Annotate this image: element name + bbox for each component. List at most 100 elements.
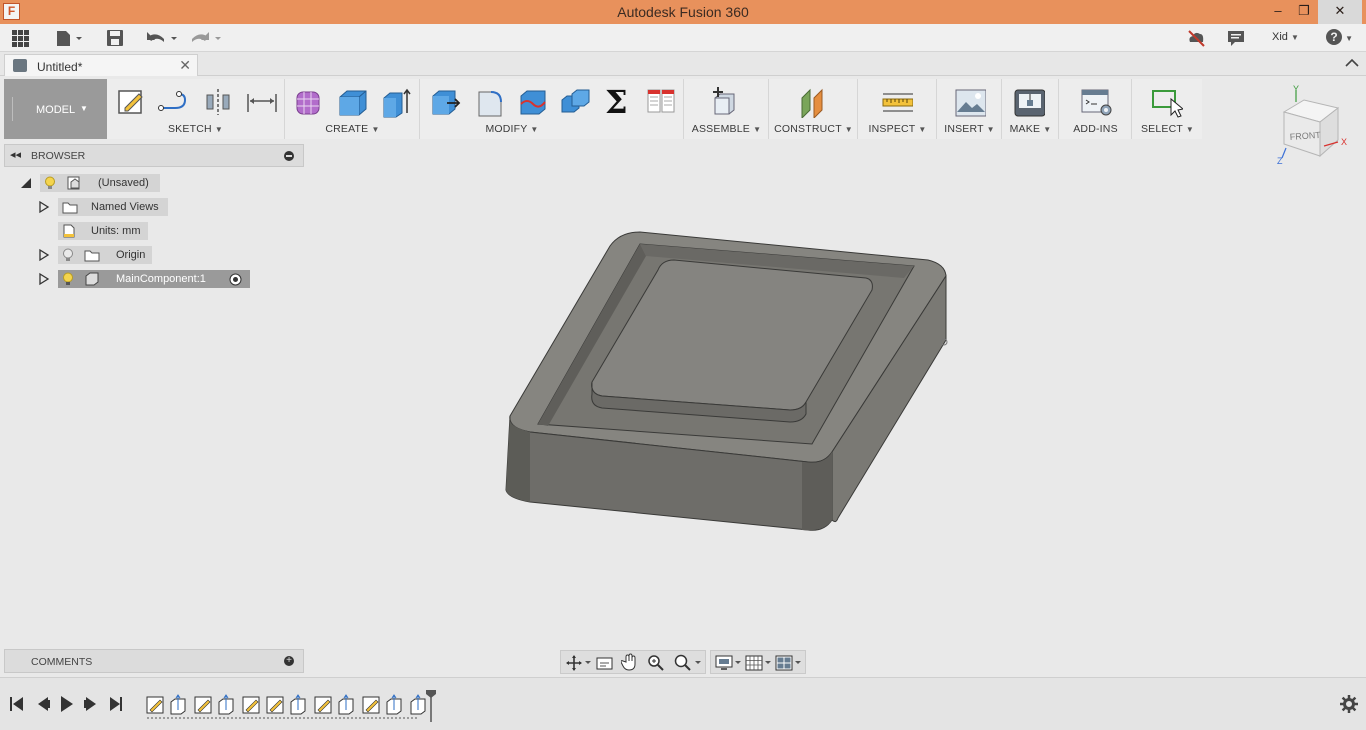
sketch-feature-icon[interactable] (194, 696, 212, 714)
sketch-menu[interactable]: SKETCH ▼ (107, 123, 284, 135)
sketch-feature-icon[interactable] (314, 696, 332, 714)
main-component-label: MainComponent:1 (116, 273, 206, 285)
timeline-settings-gear-icon[interactable] (1339, 694, 1359, 714)
expanded-triangle-icon[interactable] (20, 177, 32, 189)
sketch-feature-icon[interactable] (242, 696, 260, 714)
compute-all-icon[interactable] (645, 86, 677, 118)
tab-untitled[interactable]: Untitled* ✕ (4, 54, 198, 76)
make-group: MAKE ▼ (1003, 79, 1059, 139)
comments-panel-header[interactable]: COMMENTS + (4, 649, 304, 673)
tree-item-origin[interactable]: Origin (38, 246, 158, 264)
close-tab-icon[interactable]: ✕ (179, 57, 191, 74)
addins-menu[interactable]: ADD-INS (1060, 123, 1131, 135)
zoom-icon[interactable] (647, 654, 665, 672)
extrude-feature-icon[interactable] (218, 694, 234, 715)
insert-image-icon[interactable] (954, 86, 986, 118)
measure-icon[interactable] (881, 86, 913, 118)
orbit-icon[interactable] (565, 654, 591, 672)
new-component-icon[interactable] (709, 86, 741, 118)
viewports-icon[interactable] (775, 654, 803, 672)
data-panel-grid-icon[interactable] (10, 28, 32, 48)
collapsed-triangle-icon[interactable] (38, 200, 50, 214)
create-form-icon[interactable] (292, 86, 324, 118)
browser-panel-header[interactable]: ◂◂ BROWSER (4, 144, 304, 167)
select-menu[interactable]: SELECT ▼ (1133, 123, 1202, 135)
fit-zoom-window-icon[interactable] (673, 654, 703, 672)
file-menu-icon[interactable] (54, 28, 84, 48)
select-window-icon[interactable] (1151, 86, 1183, 118)
split-face-icon[interactable] (517, 86, 549, 118)
collapsed-triangle-icon[interactable] (38, 272, 50, 286)
save-icon[interactable] (106, 28, 124, 48)
modify-menu[interactable]: MODIFY ▼ (421, 123, 603, 135)
browser-title: BROWSER (31, 150, 86, 162)
workspace-switcher-button[interactable]: MODEL ▼ (4, 79, 107, 139)
tree-item-main-component[interactable]: MainComponent:1 (38, 270, 252, 288)
step-back-icon[interactable] (38, 697, 50, 711)
timeline-marker[interactable] (426, 690, 436, 722)
undo-icon[interactable] (144, 28, 180, 48)
viewcube[interactable]: FRONT Y X Z (1274, 84, 1354, 168)
line-tool-icon[interactable] (157, 86, 189, 118)
extrude-feature-icon[interactable] (338, 694, 354, 715)
offset-plane-icon[interactable] (798, 86, 830, 118)
create-sketch-icon[interactable] (115, 86, 147, 118)
activate-component-radio-icon[interactable] (229, 273, 242, 286)
sketch-dimension-icon[interactable] (245, 86, 277, 118)
add-comment-icon[interactable]: + (284, 656, 294, 666)
play-icon[interactable] (61, 696, 73, 712)
step-forward-icon[interactable] (84, 697, 96, 711)
extrude-feature-icon[interactable] (386, 694, 402, 715)
tree-item-units[interactable]: Units: mm (58, 222, 158, 240)
tree-root[interactable]: (Unsaved) (20, 174, 170, 192)
inspect-menu[interactable]: INSPECT ▼ (859, 123, 936, 135)
extrude-feature-icon[interactable] (290, 694, 306, 715)
model-viewport[interactable] (490, 220, 960, 540)
user-account-menu[interactable]: Xid ▼ (1272, 31, 1299, 43)
make-menu[interactable]: MAKE ▼ (1003, 123, 1058, 135)
parameters-sigma-icon[interactable]: Σ (605, 83, 637, 121)
hidden-bulb-icon[interactable] (62, 248, 74, 262)
notifications-icon[interactable] (1226, 28, 1246, 48)
go-to-end-icon[interactable] (110, 697, 122, 711)
sketch-feature-icon[interactable] (146, 696, 164, 714)
pan-hand-icon[interactable] (621, 653, 639, 671)
extrude-feature-icon[interactable] (410, 694, 426, 715)
collapsed-triangle-icon[interactable] (38, 248, 50, 262)
window-title: Autodesk Fusion 360 (617, 4, 749, 20)
extrude-feature-icon[interactable] (170, 694, 186, 715)
look-at-icon[interactable] (596, 655, 614, 671)
display-settings-icon[interactable] (715, 654, 743, 672)
collapse-toolbar-icon[interactable] (1344, 57, 1360, 69)
visibility-bulb-icon[interactable] (44, 176, 56, 190)
press-pull-icon[interactable] (429, 86, 461, 118)
3d-print-icon[interactable] (1013, 86, 1045, 118)
grid-snaps-icon[interactable] (745, 654, 773, 672)
assemble-menu[interactable]: ASSEMBLE ▼ (685, 123, 768, 135)
sketch-feature-icon[interactable] (362, 696, 380, 714)
sketch-feature-icon[interactable] (266, 696, 284, 714)
go-to-start-icon[interactable] (10, 697, 23, 711)
visibility-bulb-icon[interactable] (62, 272, 74, 286)
help-menu[interactable]: ? ▼ (1326, 29, 1353, 45)
minimize-button[interactable]: – (1264, 0, 1292, 24)
minimize-panel-icon[interactable] (284, 151, 294, 161)
extrude-icon[interactable] (380, 86, 412, 118)
scripts-addins-icon[interactable] (1080, 86, 1112, 118)
mirror-icon[interactable] (201, 86, 233, 118)
redo-icon[interactable] (188, 28, 224, 48)
collapse-panel-icon[interactable]: ◂◂ (10, 148, 21, 161)
restore-button[interactable]: ❐ (1290, 0, 1318, 24)
offline-cloud-icon[interactable] (1186, 28, 1206, 48)
chevron-down-icon: ▼ (371, 125, 380, 134)
folder-icon (62, 202, 78, 214)
tree-item-named-views[interactable]: Named Views (38, 198, 178, 216)
close-button[interactable]: ✕ (1318, 0, 1362, 24)
combine-icon[interactable] (559, 86, 591, 118)
fillet-icon[interactable] (473, 86, 505, 118)
create-menu[interactable]: CREATE ▼ (286, 123, 419, 135)
construct-menu[interactable]: CONSTRUCT ▼ (770, 123, 857, 135)
extrude-box-icon[interactable] (336, 86, 368, 118)
insert-menu[interactable]: INSERT ▼ (938, 123, 1001, 135)
chevron-down-icon: ▼ (1043, 125, 1052, 134)
